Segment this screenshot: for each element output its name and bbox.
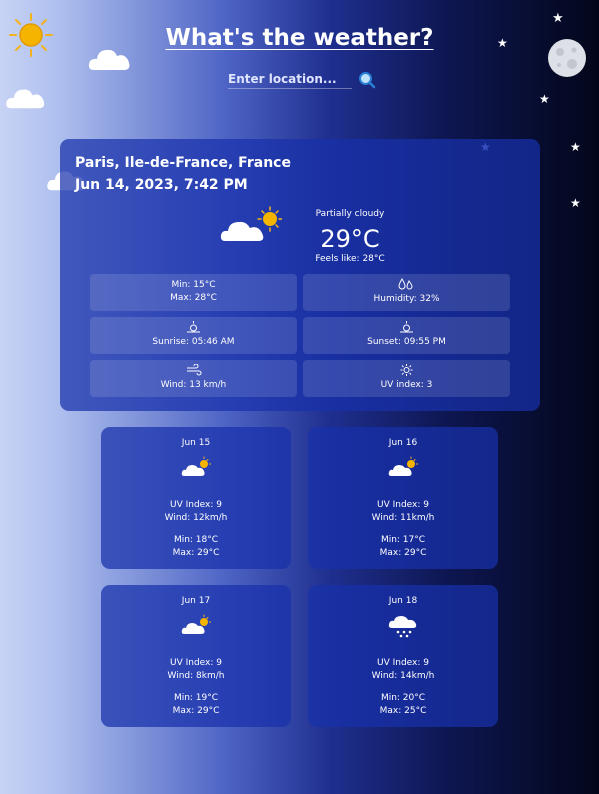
star-icon: ★ xyxy=(570,140,581,154)
forecast-date: Jun 15 xyxy=(181,438,211,448)
sunset-tile: Sunset: 09:55 PM xyxy=(303,317,510,354)
sunrise-text: Sunrise: 05:46 AM xyxy=(152,337,235,347)
wind-tile: Wind: 13 km/h xyxy=(90,360,297,397)
forecast-card: Jun 15 UV Index: 9 Wind: 12km/h Min: 18°… xyxy=(101,427,291,569)
sunset-icon xyxy=(400,321,413,333)
min-temp: Min: 15°C xyxy=(171,280,216,290)
partly-cloudy-icon xyxy=(181,456,211,476)
current-datetime: Jun 14, 2023, 7:42 PM xyxy=(75,177,248,193)
forecast-uv: UV Index: 9 xyxy=(376,500,429,510)
sunrise-tile: Sunrise: 05:46 AM xyxy=(90,317,297,354)
min-max-tile: Min: 15°C Max: 28°C xyxy=(90,274,297,311)
uv-text: UV index: 3 xyxy=(380,380,433,390)
search-input[interactable] xyxy=(228,70,352,89)
forecast-wind: Wind: 11km/h xyxy=(371,513,435,523)
forecast-uv: UV Index: 9 xyxy=(169,500,222,510)
star-icon: ★ xyxy=(539,92,550,106)
forecast-wind: Wind: 12km/h xyxy=(164,513,228,523)
partly-cloudy-icon xyxy=(181,614,211,634)
forecast-max: Max: 29°C xyxy=(172,706,220,716)
forecast-card: Jun 17 UV Index: 9 Wind: 8km/h Min: 19°C… xyxy=(101,585,291,727)
forecast-uv: UV Index: 9 xyxy=(376,658,429,668)
search-icon[interactable] xyxy=(358,71,376,89)
forecast-wind: Wind: 14km/h xyxy=(371,671,435,681)
sunrise-icon xyxy=(187,321,200,333)
forecast-card: Jun 16 UV Index: 9 Wind: 11km/h Min: 17°… xyxy=(308,427,498,569)
forecast-min: Min: 18°C xyxy=(173,535,219,545)
uv-tile: UV index: 3 xyxy=(303,360,510,397)
sunset-text: Sunset: 09:55 PM xyxy=(367,337,446,347)
forecast-min: Min: 19°C xyxy=(173,693,219,703)
forecast-min: Min: 17°C xyxy=(380,535,426,545)
wind-icon xyxy=(187,364,202,376)
wind-text: Wind: 13 km/h xyxy=(160,380,227,390)
forecast-date: Jun 16 xyxy=(388,438,418,448)
partly-cloudy-icon xyxy=(220,206,282,241)
forecast-date: Jun 18 xyxy=(388,596,418,606)
star-icon: ★ xyxy=(552,11,564,26)
humidity-text: Humidity: 32% xyxy=(373,294,440,304)
star-icon: ★ xyxy=(570,196,581,210)
forecast-date: Jun 17 xyxy=(181,596,211,606)
forecast-min: Min: 20°C xyxy=(380,693,426,703)
temperature-value: 29°C xyxy=(320,225,380,253)
forecast-max: Max: 29°C xyxy=(379,548,427,558)
feels-like-text: Feels like: 28°C xyxy=(315,254,385,264)
humidity-icon xyxy=(398,278,413,290)
current-weather-card: Paris, Ile-de-France, France Jun 14, 202… xyxy=(60,139,540,411)
condition-text: Partially cloudy xyxy=(315,209,385,219)
uv-icon xyxy=(400,364,413,376)
forecast-max: Max: 25°C xyxy=(379,706,427,716)
humidity-tile: Humidity: 32% xyxy=(303,274,510,311)
rain-icon xyxy=(388,616,417,638)
forecast-max: Max: 29°C xyxy=(172,548,220,558)
location-name: Paris, Ile-de-France, France xyxy=(75,155,291,171)
max-temp: Max: 28°C xyxy=(170,293,217,303)
forecast-uv: UV Index: 9 xyxy=(169,658,222,668)
forecast-wind: Wind: 8km/h xyxy=(167,671,225,681)
page-title: What's the weather? xyxy=(165,25,434,51)
search-bar xyxy=(228,70,378,90)
forecast-card: Jun 18 UV Index: 9 Wind: 14km/h Min: 20°… xyxy=(308,585,498,727)
partly-cloudy-icon xyxy=(388,456,418,476)
cloud-icon xyxy=(6,89,45,109)
